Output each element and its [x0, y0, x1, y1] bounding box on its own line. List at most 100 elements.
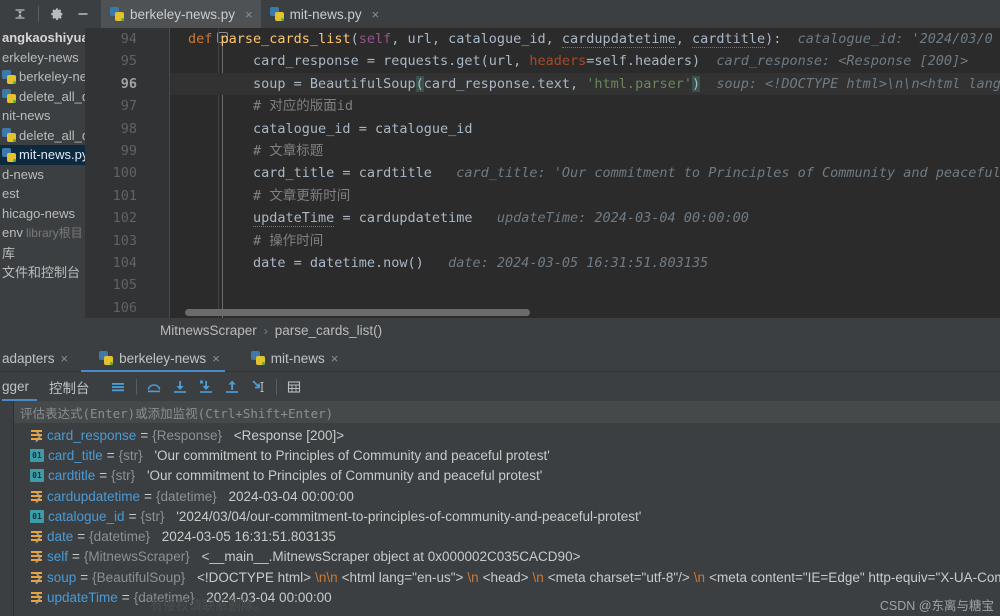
tab-debugger[interactable]: gger — [0, 372, 39, 401]
editor-tab-berkeley-news[interactable]: berkeley-news.py × — [101, 0, 261, 28]
variable-row-soup[interactable]: ❯ soup = {BeautifulSoup} <!DOCTYPE html>… — [14, 567, 1000, 587]
variable-row-card_response[interactable]: ❯ card_response = {Response} <Response [… — [14, 425, 1000, 445]
watch-placeholder: 评估表达式(Enter)或添加监视(Ctrl+Shift+Enter) — [20, 405, 334, 421]
object-value-icon — [30, 591, 43, 604]
tree-item[interactable]: d-news — [0, 165, 85, 185]
evaluate-expression-input[interactable]: 评估表达式(Enter)或添加监视(Ctrl+Shift+Enter) — [14, 401, 1000, 423]
tree-item[interactable]: delete_all_da — [0, 87, 85, 107]
show-execution-point-button[interactable] — [106, 375, 131, 399]
tree-item[interactable]: env library根目 — [0, 223, 85, 243]
step-out-button[interactable] — [220, 375, 245, 399]
code-line-95[interactable]: card_response = requests.get(url, header… — [170, 50, 1000, 72]
code-text-area[interactable]: def parse_cards_list (self, url, catalogu… — [170, 28, 1000, 318]
hide-window-icon[interactable] — [71, 3, 95, 25]
variable-row-self[interactable]: ❯ self = {MitnewsScraper} <__main__.Mitn… — [14, 547, 1000, 567]
variables-list[interactable]: ❯ card_response = {Response} <Response [… — [14, 425, 1000, 616]
tree-item[interactable]: nit-news — [0, 106, 85, 126]
variable-type: {str} — [111, 468, 136, 484]
close-tab-icon[interactable]: × — [372, 7, 380, 22]
inline-debug-hint: soup: <!DOCTYPE html>\n\n<html lang="e — [716, 75, 1000, 92]
tree-item[interactable]: erkeley-news — [0, 48, 85, 68]
debug-tab-mit-news[interactable]: mit-news × — [229, 345, 348, 372]
code-line-101[interactable]: # 文章更新时间 — [170, 185, 1000, 207]
variable-row-date[interactable]: ❯ date = {datetime} 2024-03-05 16:31:51.… — [14, 526, 1000, 546]
variable-row-catalogue_id[interactable]: 01 catalogue_id = {str} '2024/03/04/our-… — [14, 506, 1000, 526]
close-tab-icon[interactable]: × — [61, 351, 69, 366]
param-cardupdatetime: cardupdatetime — [561, 31, 676, 48]
param-list: , url, catalogue_id, — [391, 31, 562, 47]
code-editor[interactable]: 94 95 96 97 98 99 100 101 102 103 104 10… — [85, 28, 1000, 318]
object-value-icon — [30, 490, 43, 503]
keyword-def: def — [188, 31, 213, 47]
step-into-button[interactable] — [168, 375, 193, 399]
code-line-96[interactable]: soup = BeautifulSoup(card_response.text,… — [170, 72, 1000, 96]
code-text: catalogue_id = catalogue_id — [253, 120, 473, 137]
variable-row-card_title[interactable]: 01 card_title = {str} 'Our commitment to… — [14, 445, 1000, 465]
force-step-into-button[interactable] — [194, 375, 219, 399]
close-tab-icon[interactable]: × — [331, 351, 339, 366]
equals: = — [106, 447, 115, 463]
editor-tab-strip: berkeley-news.py × mit-news.py × — [101, 0, 387, 28]
variable-name: cardupdatetime — [47, 488, 141, 504]
escape-seq: \n — [532, 569, 544, 585]
tree-item[interactable]: delete_all_da — [0, 126, 85, 146]
line-number: 105 — [112, 277, 137, 294]
param-cardtitle: cardtitle — [691, 31, 766, 48]
string-literal: 'html.parser' — [586, 75, 692, 92]
tab-console[interactable]: 控制台 — [39, 372, 100, 401]
tree-item[interactable]: berkeley-new — [0, 67, 85, 87]
code-text: card_response.text, — [423, 75, 587, 92]
code-text: date = datetime.now() — [253, 254, 424, 271]
step-over-button[interactable] — [142, 375, 167, 399]
close-tab-icon[interactable]: × — [245, 7, 253, 22]
close-tab-icon[interactable]: × — [212, 351, 220, 366]
tree-item-label: est — [2, 186, 20, 202]
code-folding-column[interactable]: − — [148, 28, 228, 318]
python-file-icon — [2, 69, 16, 84]
code-line-100[interactable]: card_title = cardtitle card_title: 'Our … — [170, 162, 1000, 184]
code-line-105[interactable] — [170, 274, 1000, 296]
code-line-102[interactable]: updateTime = cardupdatetime updateTime: … — [170, 207, 1000, 229]
object-value-icon — [30, 530, 43, 543]
comment: # 操作时间 — [253, 232, 324, 249]
code-line-104[interactable]: date = datetime.now() date: 2024-03-05 1… — [170, 252, 1000, 274]
editor-tab-mit-news[interactable]: mit-news.py × — [261, 0, 388, 28]
breadcrumb-method[interactable]: parse_cards_list() — [275, 323, 382, 338]
code-line-98[interactable]: catalogue_id = catalogue_id — [170, 118, 1000, 140]
tree-item-label: nit-news — [2, 108, 51, 124]
object-value-icon — [30, 429, 43, 442]
code-line-97[interactable]: # 对应的版面id — [170, 95, 1000, 117]
line-number: 104 — [112, 255, 137, 271]
tree-item[interactable]: angkaoshiyua — [0, 28, 85, 48]
line-number: 98 — [120, 120, 137, 137]
debug-tab-adapters[interactable]: adapters × — [0, 345, 77, 372]
code-line-99[interactable]: # 文章标题 — [170, 140, 1000, 162]
variable-row-cardtitle[interactable]: 01 cardtitle = {str} 'Our commitment to … — [14, 466, 1000, 486]
divider — [38, 6, 39, 22]
variable-name: cardtitle — [48, 468, 96, 484]
editor-horizontal-scrollbar[interactable] — [185, 309, 530, 316]
tree-item[interactable]: hicago-news — [0, 204, 85, 224]
top-bar: berkeley-news.py × mit-news.py × — [0, 0, 1000, 28]
tree-item[interactable]: est — [0, 184, 85, 204]
collapse-all-icon[interactable] — [8, 3, 32, 25]
project-tree-pane[interactable]: angkaoshiyua erkeley-news berkeley-new d… — [0, 28, 85, 345]
tree-item-mit-news-py[interactable]: mit-news.py — [0, 145, 85, 165]
tree-item[interactable]: 文件和控制台 — [0, 262, 85, 282]
line-number: 96 — [120, 75, 137, 92]
variable-type: {BeautifulSoup} — [92, 569, 186, 585]
settings-gear-icon[interactable] — [45, 3, 69, 25]
variable-type: {Response} — [152, 427, 223, 443]
evaluate-expression-button[interactable] — [282, 375, 307, 399]
variable-row-cardupdatetime[interactable]: ❯ cardupdatetime = {datetime} 2024-03-04… — [14, 486, 1000, 506]
code-text: = cardupdatetime — [334, 210, 473, 227]
object-value-icon — [30, 571, 43, 584]
tree-item[interactable]: 库 — [0, 243, 85, 263]
line-number: 99 — [120, 143, 137, 159]
debug-tab-berkeley-news[interactable]: berkeley-news × — [77, 345, 229, 372]
breadcrumb-class[interactable]: MitnewsScraper — [160, 323, 257, 338]
equals: = — [121, 590, 130, 606]
code-line-94[interactable]: def parse_cards_list(self, url, catalogu… — [170, 28, 1000, 50]
code-line-103[interactable]: # 操作时间 — [170, 230, 1000, 252]
run-to-cursor-button[interactable] — [246, 375, 271, 399]
